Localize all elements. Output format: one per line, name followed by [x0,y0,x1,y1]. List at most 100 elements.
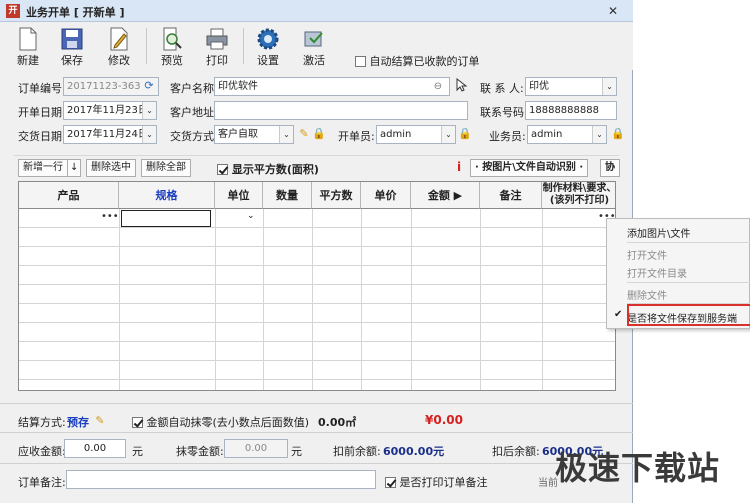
settings-button[interactable]: 设置 [248,24,288,70]
pointer-select-icon[interactable] [453,77,469,94]
lock-icon: 🔒 [312,127,326,140]
product-ellipsis-button[interactable]: ••• [101,211,119,222]
column-header-spec[interactable]: 规格 [119,182,215,209]
new-button[interactable]: 新建 [8,24,48,70]
order-remark-field[interactable] [66,470,376,489]
after-balance-label: 扣后余额: [492,445,540,458]
column-header-remark[interactable]: 备注 [480,182,542,209]
customer-label: 客户名称: [170,82,218,95]
delete-all-button[interactable]: 删除全部 [141,159,191,177]
divider [0,463,633,464]
settle-value: 预存 [67,416,89,429]
grid-divider [542,209,543,390]
collab-button[interactable]: 协 [600,159,620,177]
pencil-icon[interactable]: ✎ [296,126,312,142]
title-bar: 开 业务开单 [ 开新单 ] ✕ [0,0,633,22]
menu-item-open-folder[interactable]: 打开文件目录 [627,265,687,280]
chevron-down-icon[interactable]: ⌄ [602,78,616,95]
refresh-icon[interactable]: ⟳ [141,78,157,94]
show-area-checkbox[interactable]: 显示平方数(面积) [217,161,319,177]
checkbox-box[interactable] [217,164,228,175]
edit-document-icon [110,27,128,51]
column-header-area[interactable]: 平方数 [312,182,361,209]
table-row[interactable] [19,266,615,285]
chevron-down-icon[interactable]: ⌄ [592,126,606,143]
menu-separator [627,282,750,283]
chevron-down-icon[interactable]: ⌄ [142,102,156,119]
column-header-unit[interactable]: 单位 [215,182,263,209]
delivery-method-select[interactable]: 客户自取 ⌄ [214,125,294,144]
chevron-down-icon[interactable]: ⌄ [142,126,156,143]
chevron-down-icon[interactable]: ⌄ [279,126,293,143]
column-header-amount[interactable]: 金额 ▶ [411,182,480,209]
grid-divider [215,209,216,390]
column-header-material[interactable]: 制作材料\要求、(该列不打印) [542,182,615,209]
table-row[interactable] [19,304,615,323]
lock-icon: 🔒 [611,127,625,140]
auto-round-checkbox[interactable]: 金额自动抹零(去小数点后面数值) [132,414,309,430]
clear-icon[interactable]: ⊖ [430,79,446,95]
preview-button[interactable]: 预览 [152,24,192,70]
table-row[interactable] [19,228,615,247]
table-row[interactable] [19,285,615,304]
move-down-button[interactable]: ↓ [67,159,81,177]
magnifier-preview-icon [163,27,182,51]
menu-item-add-image-file[interactable]: 添加图片\文件 [627,225,690,240]
column-header-quantity[interactable]: 数量 [263,182,312,209]
order-no-label: 订单编号: [18,82,66,95]
delete-selected-button[interactable]: 删除选中 [86,159,136,177]
order-no-field[interactable]: 20171123-363 ⟳ [63,77,159,96]
phone-field[interactable]: 18888888888 [525,101,617,120]
toolbar: 新建 保存 修改 预览 打印 设置 激活 自动结算已收款的订单 [0,22,633,70]
checkbox-box[interactable] [355,56,366,67]
contact-field[interactable]: 印优 ⌄ [525,77,617,96]
grid-divider [411,209,412,390]
phone-label: 联系号码: [480,106,528,119]
spec-cell-editor[interactable] [121,210,211,227]
yuan-unit: 元 [291,445,302,458]
grid-divider [263,209,264,390]
order-remark-label: 订单备注: [18,476,66,489]
chevron-down-icon[interactable]: ⌄ [247,211,255,221]
rounding-field[interactable]: 0.00 [224,439,288,458]
open-date-picker[interactable]: 2017年11月23日 ⌄ [63,101,157,120]
order-items-grid[interactable]: 产品 规格 单位 数量 平方数 单价 金额 ▶ 备注 制作材料\要求、(该列不打… [18,181,616,391]
menu-item-open-file[interactable]: 打开文件 [627,247,667,262]
check-icon: ✔ [614,309,623,320]
close-button[interactable]: ✕ [604,3,622,19]
checkbox-box[interactable] [132,417,143,428]
rounding-label: 抹零金额: [176,445,224,458]
chevron-down-icon[interactable]: ⌄ [441,126,455,143]
print-remark-checkbox[interactable]: 是否打印订单备注 [385,474,488,490]
table-row[interactable] [19,247,615,266]
table-row[interactable] [19,361,615,380]
activate-button[interactable]: 激活 [294,24,334,70]
checkbox-box[interactable] [385,477,396,488]
salesman-select[interactable]: admin ⌄ [527,125,607,144]
toolbar-separator [146,28,147,64]
salesman-label: 业务员: [489,130,526,143]
table-row[interactable] [19,342,615,361]
area-total: 0.00㎡ [318,416,357,429]
receivable-label: 应收金额: [18,445,66,458]
print-button[interactable]: 打印 [197,24,237,70]
opener-select[interactable]: admin ⌄ [376,125,456,144]
add-row-button[interactable]: 新增一行 [18,159,68,177]
printer-icon [206,28,228,50]
address-label: 客户地址: [170,106,218,119]
column-header-product[interactable]: 产品 [19,182,119,209]
auto-identify-button[interactable]: · 按图片\文件自动识别 · [470,159,589,177]
table-row[interactable] [19,323,615,342]
address-field[interactable] [214,101,468,120]
auto-settle-checkbox[interactable]: 自动结算已收款的订单 [355,53,480,69]
menu-item-delete-file[interactable]: 删除文件 [627,287,667,302]
pencil-icon[interactable]: ✎ [92,413,108,429]
edit-button[interactable]: 修改 [99,24,139,70]
customer-field[interactable]: 印优软件 ⊖ [214,77,450,96]
info-icon[interactable]: i [457,160,461,174]
grid-divider [312,209,313,390]
save-button[interactable]: 保存 [52,24,92,70]
receivable-field[interactable]: 0.00 [64,439,126,458]
delivery-date-picker[interactable]: 2017年11月24日 ⌄ [63,125,157,144]
column-header-unit-price[interactable]: 单价 [361,182,411,209]
